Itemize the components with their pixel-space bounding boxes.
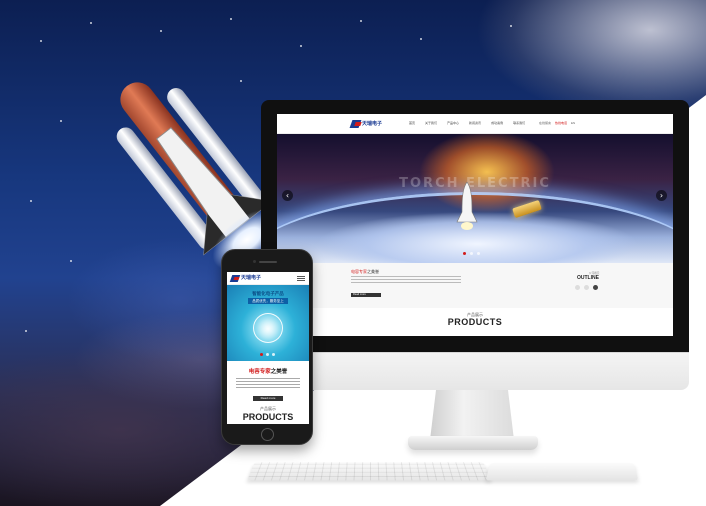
globe-icon (253, 313, 283, 343)
carousel-prev-button[interactable]: ‹ (282, 190, 293, 201)
hero-scene: 天瑞电子 首页 关于我们 产品中心 新闻资讯 成功案例 联系我们 在线留言 热线… (0, 0, 706, 506)
site-banner-carousel: TORCH ELECTRIC ‹ › (277, 134, 673, 263)
carousel-dots (463, 252, 480, 255)
monitor-chin (261, 352, 689, 390)
tool-message[interactable]: 在线留言 (539, 121, 551, 126)
desktop-website-preview: 天瑞电子 首页 关于我们 产品中心 新闻资讯 成功案例 联系我们 在线留言 热线… (277, 114, 673, 336)
keyboard (247, 462, 491, 481)
phone-camera-icon (253, 260, 256, 263)
nav-item-news[interactable]: 新闻资讯 (469, 121, 481, 126)
nav-item-home[interactable]: 首页 (409, 121, 415, 126)
carousel-dot[interactable] (463, 252, 466, 255)
site-tools: 在线留言 热线电话 EN (539, 121, 575, 126)
nav-item-contact[interactable]: 联系我们 (513, 121, 525, 126)
carousel-dot[interactable] (477, 252, 480, 255)
products-title: PRODUCTS (447, 317, 503, 327)
site-menu: 首页 关于我们 产品中心 新闻资讯 成功案例 联系我们 (409, 121, 525, 126)
site-intro-section: 电容专家之美誉 Read more 公司概况 OUTLINE (277, 263, 673, 308)
site-logo[interactable]: 天瑞电子 (349, 120, 383, 128)
intro-title: 电容专家之美誉 (351, 269, 379, 275)
outline-icon[interactable] (575, 285, 580, 290)
mobile-logo-text: 天瑞电子 (241, 275, 262, 281)
intro-title-rest: 之美誉 (367, 269, 379, 274)
intro-text-lines (351, 276, 461, 285)
site-products-section: 产品展示 PRODUCTS (277, 308, 673, 336)
monitor-stand-base (408, 436, 538, 450)
mobile-logo[interactable]: 天瑞电子 (229, 275, 262, 282)
logo-accent-icon (233, 277, 240, 280)
desktop-monitor: 天瑞电子 首页 关于我们 产品中心 新闻资讯 成功案例 联系我们 在线留言 热线… (261, 100, 689, 390)
carousel-dot[interactable] (266, 353, 269, 356)
mobile-navbar: 天瑞电子 (227, 272, 309, 285)
mobile-banner-headline: 智能化电子产品 (252, 291, 284, 296)
tool-hotline[interactable]: 热线电话 (555, 121, 567, 126)
hamburger-menu-icon[interactable] (297, 276, 305, 281)
phone-speaker (259, 261, 277, 263)
trackpad (485, 463, 639, 481)
carousel-dot[interactable] (272, 353, 275, 356)
mobile-banner: 智能化电子产品 品质优先，服务至上 (227, 285, 309, 361)
mobile-products-title: PRODUCTS (242, 412, 294, 422)
intro-title-highlight: 电容专家 (351, 269, 367, 274)
site-navbar: 天瑞电子 首页 关于我们 产品中心 新闻资讯 成功案例 联系我们 在线留言 热线… (277, 114, 673, 134)
mobile-website-preview: 天瑞电子 智能化电子产品 品质优先，服务至上 电容专家之美誉 Read more… (227, 272, 309, 424)
logo-accent-icon (354, 122, 362, 126)
banner-shuttle-icon (456, 182, 478, 230)
nav-item-cases[interactable]: 成功案例 (491, 121, 503, 126)
mobile-intro-title: 电容专家之美誉 (227, 367, 309, 375)
mobile-more-button[interactable]: Read more (253, 396, 283, 401)
mobile-carousel-dots (260, 353, 275, 356)
outline-icon[interactable] (593, 285, 598, 290)
carousel-dot[interactable] (260, 353, 263, 356)
tool-language[interactable]: EN (571, 121, 575, 126)
outline-icons (575, 285, 598, 290)
mobile-intro-rest: 之美誉 (270, 369, 288, 375)
site-logo-text: 天瑞电子 (362, 121, 383, 127)
outline-icon[interactable] (584, 285, 589, 290)
mobile-intro-text-lines (236, 378, 300, 390)
mobile-phone: 天瑞电子 智能化电子产品 品质优先，服务至上 电容专家之美誉 Read more… (221, 249, 313, 445)
mobile-intro-highlight: 电容专家 (248, 369, 271, 375)
mobile-banner-tagline: 品质优先，服务至上 (248, 298, 288, 304)
nav-item-about[interactable]: 关于我们 (425, 121, 437, 126)
carousel-next-button[interactable]: › (656, 190, 667, 201)
nav-item-products[interactable]: 产品中心 (447, 121, 459, 126)
outline-title: OUTLINE (577, 275, 599, 281)
intro-more-button[interactable]: Read more (351, 293, 381, 297)
carousel-dot[interactable] (470, 252, 473, 255)
monitor-stand-neck (430, 390, 514, 440)
phone-home-button (261, 428, 274, 441)
